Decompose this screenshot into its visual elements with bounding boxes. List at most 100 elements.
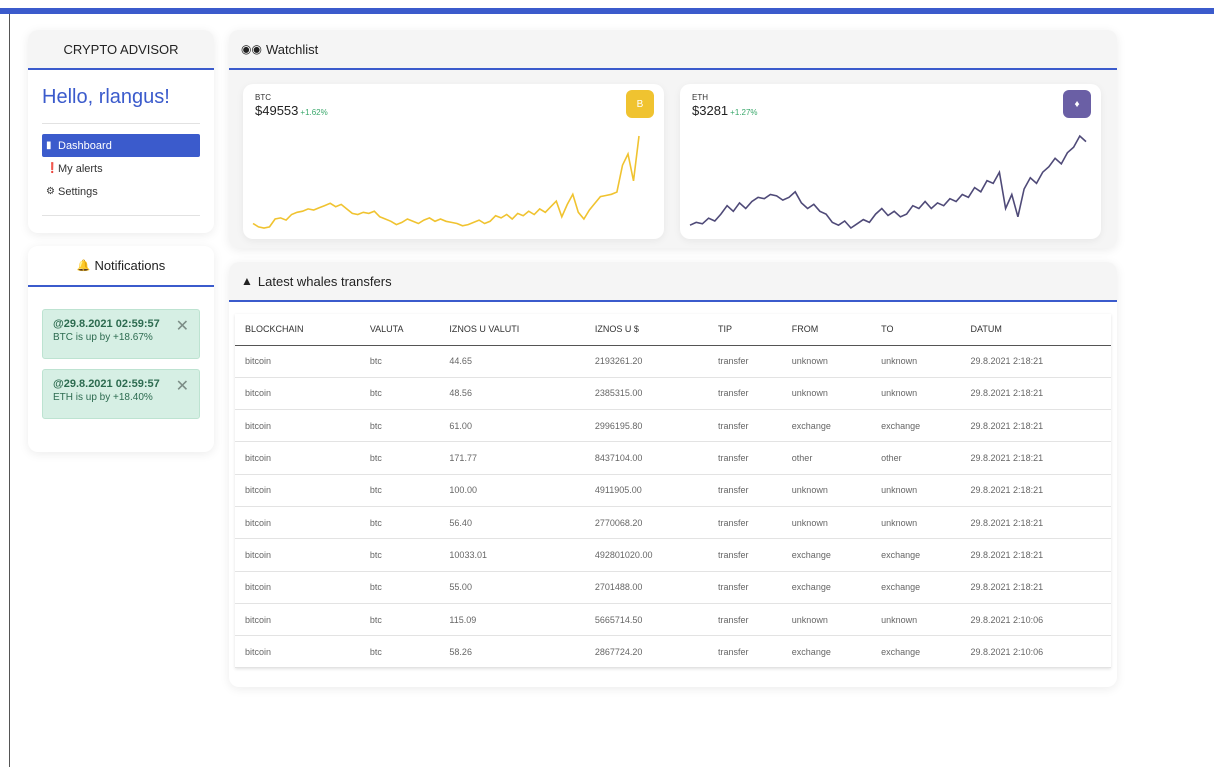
cogs-icon: ⚙ [46, 186, 55, 197]
table-cell: bitcoin [235, 474, 360, 507]
coin-card-eth[interactable]: ETH $3281 +1.27% ♦ [680, 84, 1101, 239]
table-cell: 29.8.2021 2:18:21 [960, 441, 1111, 475]
divider [42, 215, 200, 216]
notifications-title: Notifications [94, 258, 166, 273]
table-header-row: BLOCKCHAIN VALUTA IZNOS U VALUTI IZNOS U $ T… [235, 314, 1111, 346]
table-cell: transfer [707, 506, 782, 540]
table-cell: other [871, 441, 961, 475]
table-cell: 29.8.2021 2:18:21 [960, 506, 1111, 540]
table-row: bitcoin btc 171.77 8437104.00 transfer other o… [235, 441, 1111, 475]
exclamation-circle-icon: ❗ [46, 163, 59, 174]
table-row: bitcoin btc 61.00 2996195.80 transfer exchang… [235, 409, 1111, 443]
column-header: FROM [781, 314, 872, 346]
coin-price-value: $3281 [692, 103, 729, 118]
sidebar-menu-card: CRYPTO ADVISOR Hello, rlangus! ▮ Dashboa… [28, 30, 214, 233]
table-cell: 492801020.00 [584, 538, 708, 572]
table-cell: unknown [871, 474, 961, 507]
notifications-header: 🔔 Notifications [28, 246, 214, 287]
table-cell: 115.09 [439, 603, 585, 637]
table-cell: 58.26 [439, 635, 585, 669]
table-cell: 48.56 [439, 377, 585, 411]
table-cell: unknown [781, 474, 872, 507]
table-cell: btc [359, 377, 440, 411]
brand-title: CRYPTO ADVISOR [63, 41, 179, 57]
column-header: DATUM [960, 314, 1111, 346]
table-cell: 55.00 [439, 571, 585, 604]
table-row: bitcoin btc 100.00 4911905.00 transfer unknow… [235, 474, 1111, 507]
table-cell: exchange [781, 571, 872, 604]
table-cell: btc [359, 441, 440, 475]
whales-card: ▲ Latest whales transfers BLOCKCHAIN VALU… [229, 262, 1117, 687]
table-cell: unknown [871, 345, 961, 378]
table-cell: exchange [871, 571, 961, 604]
table-cell: 29.8.2021 2:18:21 [960, 538, 1111, 572]
table-row: bitcoin btc 10033.01 492801020.00 transfer ex… [235, 538, 1111, 572]
table-cell: unknown [871, 603, 961, 637]
table-cell: 44.65 [439, 345, 585, 378]
close-icon[interactable]: ✕ [176, 376, 189, 396]
notification-text: ETH is up by +18.40% [53, 392, 153, 403]
table-cell: exchange [871, 409, 961, 443]
table-cell: unknown [781, 377, 872, 411]
table-cell: btc [359, 603, 440, 637]
table-cell: exchange [781, 409, 872, 443]
column-header: IZNOS U VALUTI [439, 314, 585, 346]
table-cell: bitcoin [235, 571, 360, 604]
top-accent-bar [0, 8, 1214, 14]
close-icon[interactable]: ✕ [176, 316, 189, 336]
notification-alert: @29.8.2021 02:59:57 ETH is up by +18.40%… [42, 369, 200, 419]
column-header: IZNOS U $ [584, 314, 708, 346]
binoculars-icon: ◉◉ [241, 42, 262, 56]
btc-price-line [252, 135, 640, 229]
table-cell: bitcoin [235, 441, 360, 475]
table-cell: 56.40 [439, 506, 585, 540]
table-cell: unknown [781, 345, 872, 378]
table-cell: btc [359, 538, 440, 572]
table-cell: 5665714.50 [584, 603, 708, 637]
sidebar-item-dashboard[interactable]: ▮ Dashboard [42, 134, 200, 157]
table-cell: 29.8.2021 2:18:21 [960, 377, 1111, 411]
table-cell: transfer [707, 538, 782, 572]
sidebar-item-label: Dashboard [58, 139, 112, 152]
sidebar-item-label: Settings [58, 185, 98, 198]
table-cell: exchange [781, 635, 872, 669]
table-row: bitcoin btc 115.09 5665714.50 transfer unknow… [235, 603, 1111, 637]
table-cell: 10033.01 [439, 538, 585, 572]
sidebar-item-my-alerts[interactable]: ❗ My alerts [42, 157, 200, 180]
coin-price-value: $49553 [255, 103, 299, 118]
table-cell: transfer [707, 377, 782, 411]
greeting: Hello, rlangus! [42, 86, 170, 108]
notifications-card: 🔔 Notifications @29.8.2021 02:59:57 BTC … [28, 246, 214, 452]
whales-header: ▲ Latest whales transfers [229, 262, 1117, 302]
notification-text: BTC is up by +18.67% [53, 332, 153, 343]
table-cell: btc [359, 474, 440, 507]
coin-symbol: ETH [692, 93, 708, 102]
coin-price: $3281 +1.27% [692, 103, 758, 118]
table-cell: bitcoin [235, 377, 360, 411]
table-cell: transfer [707, 603, 782, 637]
table-cell: btc [359, 345, 440, 378]
coin-card-btc[interactable]: BTC $49553 +1.62% B [243, 84, 664, 239]
table-cell: exchange [781, 538, 872, 572]
eth-price-sparkline [689, 134, 1087, 230]
table-cell: unknown [781, 506, 872, 540]
table-cell: 29.8.2021 2:10:06 [960, 603, 1111, 637]
table-cell: btc [359, 571, 440, 604]
window-left-edge [9, 14, 10, 767]
coin-symbol: BTC [255, 93, 271, 102]
notification-timestamp: @29.8.2021 02:59:57 [53, 318, 160, 330]
bitcoin-icon: B [626, 90, 654, 118]
table-cell: exchange [871, 635, 961, 669]
table-cell: 61.00 [439, 409, 585, 443]
table-cell: 2193261.20 [584, 345, 708, 378]
table-cell: 29.8.2021 2:18:21 [960, 409, 1111, 443]
column-header: TIP [707, 314, 782, 346]
column-header: VALUTA [359, 314, 440, 346]
ethereum-icon: ♦ [1063, 90, 1091, 118]
table-cell: 4911905.00 [584, 474, 708, 507]
table-cell: btc [359, 409, 440, 443]
watchlist-header: ◉◉ Watchlist [229, 30, 1117, 70]
coin-change: +1.62% [300, 108, 328, 117]
sidebar-item-settings[interactable]: ⚙ Settings [42, 180, 200, 203]
table-cell: 2701488.00 [584, 571, 708, 604]
